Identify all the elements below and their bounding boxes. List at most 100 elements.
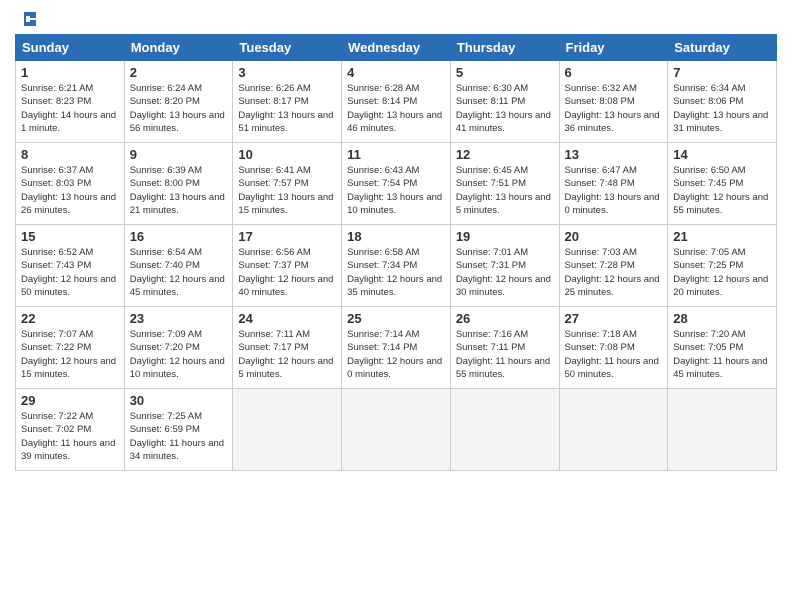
week-row-5: 29 Sunrise: 7:22 AMSunset: 7:02 PMDayligh… <box>16 389 777 471</box>
day-info: Sunrise: 6:58 AMSunset: 7:34 PMDaylight:… <box>347 246 445 299</box>
calendar-cell: 17 Sunrise: 6:56 AMSunset: 7:37 PMDayligh… <box>233 225 342 307</box>
day-number: 16 <box>130 229 228 244</box>
day-number: 6 <box>565 65 663 80</box>
day-number: 19 <box>456 229 554 244</box>
calendar-cell: 4 Sunrise: 6:28 AMSunset: 8:14 PMDaylight… <box>342 61 451 143</box>
day-number: 11 <box>347 147 445 162</box>
day-header-friday: Friday <box>559 35 668 61</box>
day-info: Sunrise: 7:03 AMSunset: 7:28 PMDaylight:… <box>565 246 663 299</box>
calendar-cell: 3 Sunrise: 6:26 AMSunset: 8:17 PMDaylight… <box>233 61 342 143</box>
day-info: Sunrise: 6:56 AMSunset: 7:37 PMDaylight:… <box>238 246 336 299</box>
day-number: 20 <box>565 229 663 244</box>
day-header-wednesday: Wednesday <box>342 35 451 61</box>
calendar-cell: 8Sunrise: 6:37 AMSunset: 8:03 PMDaylight… <box>16 143 125 225</box>
day-number: 18 <box>347 229 445 244</box>
day-number: 10 <box>238 147 336 162</box>
day-number: 15 <box>21 229 119 244</box>
calendar-cell: 13 Sunrise: 6:47 AMSunset: 7:48 PMDayligh… <box>559 143 668 225</box>
calendar-cell <box>342 389 451 471</box>
day-info: Sunrise: 6:34 AMSunset: 8:06 PMDaylight:… <box>673 82 771 135</box>
day-info: Sunrise: 6:43 AMSunset: 7:54 PMDaylight:… <box>347 164 445 217</box>
day-info: Sunrise: 7:25 AMSunset: 6:59 PMDaylight:… <box>130 410 228 463</box>
day-header-monday: Monday <box>124 35 233 61</box>
calendar-cell: 10 Sunrise: 6:41 AMSunset: 7:57 PMDayligh… <box>233 143 342 225</box>
day-number: 4 <box>347 65 445 80</box>
day-info: Sunrise: 7:01 AMSunset: 7:31 PMDaylight:… <box>456 246 554 299</box>
calendar-cell: 21 Sunrise: 7:05 AMSunset: 7:25 PMDayligh… <box>668 225 777 307</box>
calendar-cell <box>668 389 777 471</box>
day-number: 30 <box>130 393 228 408</box>
day-number: 17 <box>238 229 336 244</box>
day-number: 7 <box>673 65 771 80</box>
logo <box>15 10 38 26</box>
day-info: Sunrise: 6:45 AMSunset: 7:51 PMDaylight:… <box>456 164 554 217</box>
day-number: 29 <box>21 393 119 408</box>
main-container: SundayMondayTuesdayWednesdayThursdayFrid… <box>0 0 792 481</box>
calendar-cell: 18 Sunrise: 6:58 AMSunset: 7:34 PMDayligh… <box>342 225 451 307</box>
day-number: 23 <box>130 311 228 326</box>
calendar-cell: 2Sunrise: 6:24 AMSunset: 8:20 PMDaylight… <box>124 61 233 143</box>
calendar-cell: 20 Sunrise: 7:03 AMSunset: 7:28 PMDayligh… <box>559 225 668 307</box>
day-number: 25 <box>347 311 445 326</box>
calendar-cell: 30 Sunrise: 7:25 AMSunset: 6:59 PMDayligh… <box>124 389 233 471</box>
calendar-cell: 9 Sunrise: 6:39 AMSunset: 8:00 PMDaylight… <box>124 143 233 225</box>
day-info: Sunrise: 7:16 AMSunset: 7:11 PMDaylight:… <box>456 328 554 381</box>
calendar-cell <box>559 389 668 471</box>
day-number: 1 <box>21 65 119 80</box>
day-number: 12 <box>456 147 554 162</box>
calendar-cell <box>233 389 342 471</box>
day-number: 8 <box>21 147 119 162</box>
day-info: Sunrise: 6:30 AMSunset: 8:11 PMDaylight:… <box>456 82 554 135</box>
day-info: Sunrise: 6:21 AMSunset: 8:23 PMDaylight:… <box>21 82 119 135</box>
day-number: 26 <box>456 311 554 326</box>
day-number: 13 <box>565 147 663 162</box>
calendar-cell: 6 Sunrise: 6:32 AMSunset: 8:08 PMDaylight… <box>559 61 668 143</box>
day-number: 9 <box>130 147 228 162</box>
calendar-cell: 28Sunrise: 7:20 AMSunset: 7:05 PMDayligh… <box>668 307 777 389</box>
day-info: Sunrise: 7:11 AMSunset: 7:17 PMDaylight:… <box>238 328 336 381</box>
day-info: Sunrise: 7:09 AMSunset: 7:20 PMDaylight:… <box>130 328 228 381</box>
week-row-1: 1 Sunrise: 6:21 AMSunset: 8:23 PMDaylight… <box>16 61 777 143</box>
calendar-cell: 19 Sunrise: 7:01 AMSunset: 7:31 PMDayligh… <box>450 225 559 307</box>
calendar-cell: 22Sunrise: 7:07 AMSunset: 7:22 PMDayligh… <box>16 307 125 389</box>
calendar-cell: 27 Sunrise: 7:18 AMSunset: 7:08 PMDayligh… <box>559 307 668 389</box>
day-info: Sunrise: 6:50 AMSunset: 7:45 PMDaylight:… <box>673 164 771 217</box>
calendar-cell: 16 Sunrise: 6:54 AMSunset: 7:40 PMDayligh… <box>124 225 233 307</box>
week-row-2: 8Sunrise: 6:37 AMSunset: 8:03 PMDaylight… <box>16 143 777 225</box>
day-info: Sunrise: 6:41 AMSunset: 7:57 PMDaylight:… <box>238 164 336 217</box>
day-number: 5 <box>456 65 554 80</box>
calendar-cell: 7 Sunrise: 6:34 AMSunset: 8:06 PMDaylight… <box>668 61 777 143</box>
day-header-sunday: Sunday <box>16 35 125 61</box>
calendar-cell: 25Sunrise: 7:14 AMSunset: 7:14 PMDayligh… <box>342 307 451 389</box>
day-number: 2 <box>130 65 228 80</box>
day-info: Sunrise: 6:54 AMSunset: 7:40 PMDaylight:… <box>130 246 228 299</box>
day-info: Sunrise: 6:39 AMSunset: 8:00 PMDaylight:… <box>130 164 228 217</box>
day-info: Sunrise: 7:05 AMSunset: 7:25 PMDaylight:… <box>673 246 771 299</box>
day-info: Sunrise: 6:47 AMSunset: 7:48 PMDaylight:… <box>565 164 663 217</box>
day-info: Sunrise: 7:07 AMSunset: 7:22 PMDaylight:… <box>21 328 119 381</box>
day-header-thursday: Thursday <box>450 35 559 61</box>
calendar-cell: 23 Sunrise: 7:09 AMSunset: 7:20 PMDayligh… <box>124 307 233 389</box>
calendar-cell: 12 Sunrise: 6:45 AMSunset: 7:51 PMDayligh… <box>450 143 559 225</box>
day-info: Sunrise: 6:28 AMSunset: 8:14 PMDaylight:… <box>347 82 445 135</box>
calendar-cell: 14 Sunrise: 6:50 AMSunset: 7:45 PMDayligh… <box>668 143 777 225</box>
day-number: 27 <box>565 311 663 326</box>
day-number: 21 <box>673 229 771 244</box>
calendar-table: SundayMondayTuesdayWednesdayThursdayFrid… <box>15 34 777 471</box>
calendar-cell: 15Sunrise: 6:52 AMSunset: 7:43 PMDayligh… <box>16 225 125 307</box>
day-info: Sunrise: 7:22 AMSunset: 7:02 PMDaylight:… <box>21 410 119 463</box>
calendar-cell: 11 Sunrise: 6:43 AMSunset: 7:54 PMDayligh… <box>342 143 451 225</box>
day-header-saturday: Saturday <box>668 35 777 61</box>
calendar-cell: 29 Sunrise: 7:22 AMSunset: 7:02 PMDayligh… <box>16 389 125 471</box>
day-info: Sunrise: 6:26 AMSunset: 8:17 PMDaylight:… <box>238 82 336 135</box>
header-row: SundayMondayTuesdayWednesdayThursdayFrid… <box>16 35 777 61</box>
calendar-cell: 26 Sunrise: 7:16 AMSunset: 7:11 PMDayligh… <box>450 307 559 389</box>
day-info: Sunrise: 7:18 AMSunset: 7:08 PMDaylight:… <box>565 328 663 381</box>
day-number: 14 <box>673 147 771 162</box>
day-info: Sunrise: 7:20 AMSunset: 7:05 PMDaylight:… <box>673 328 771 381</box>
day-info: Sunrise: 6:32 AMSunset: 8:08 PMDaylight:… <box>565 82 663 135</box>
day-number: 3 <box>238 65 336 80</box>
week-row-3: 15Sunrise: 6:52 AMSunset: 7:43 PMDayligh… <box>16 225 777 307</box>
calendar-cell: 24 Sunrise: 7:11 AMSunset: 7:17 PMDayligh… <box>233 307 342 389</box>
day-number: 24 <box>238 311 336 326</box>
